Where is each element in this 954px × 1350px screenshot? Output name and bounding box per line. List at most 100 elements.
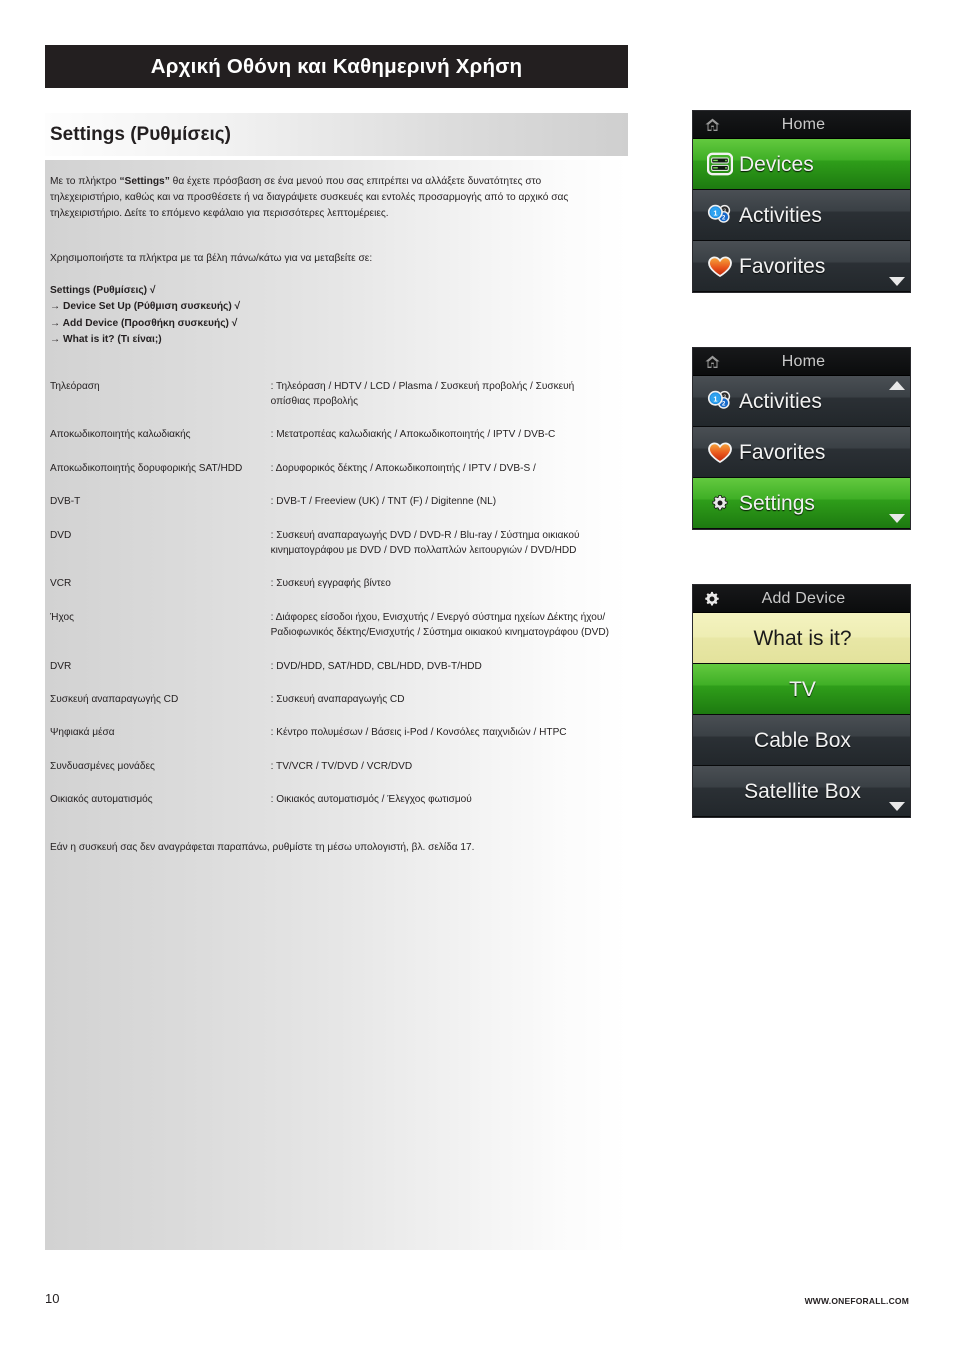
table-row: DVD : Συσκευή αναπαραγωγής DVD / DVD-R / … [50,528,610,577]
menu-item-label: Favorites [739,440,826,464]
device-type-term: Συνδυασμένες μονάδες [50,760,155,772]
table-footnote: Εάν η συσκευή σας δεν αναγράφεται παραπά… [50,841,475,853]
table-row: VCR : Συσκευή εγγραφής βίντεο [50,576,610,609]
device-type-definition: : Τηλεόραση / HDTV / LCD / Plasma / Συσκ… [270,380,575,408]
remote-screen-home-settings[interactable]: Home 1 2 3 Activities Favorites Settings [692,347,911,530]
device-type-definition: : Κέντρο πολυμέσων / Βάσεις i-Pod / Κονσ… [270,727,567,739]
devices-icon [701,152,739,176]
chapter-title: Αρχική Οθόνη και Καθημερινή Χρήση [150,54,523,78]
screen-header: Home [693,348,910,376]
table-row: Συνδυασμένες μονάδες : TV/VCR / TV/DVD / … [50,759,610,792]
screen-header-title: Home [781,115,826,133]
nav-step: → Device Set Up (Ρύθμιση συσκευής) √ [50,301,241,313]
screen-header: Home [693,111,910,139]
activities-icon: 123 [701,389,739,413]
gear-icon [701,494,739,512]
section-heading-band: Settings (Ρυθμίσεις) [45,113,628,156]
device-type-definition: : Οικιακός αυτοματισμός / Έλεγχος φωτισμ… [270,794,472,806]
svg-text:3: 3 [723,208,726,214]
home-icon [697,117,727,133]
screen-header-title: Add Device [761,589,846,607]
navigation-steps-list: Settings (Ρυθμίσεις) √ → Device Set Up (… [50,283,610,349]
content-column: Με το πλήκτρο “Settings” θα έχετε πρόσβα… [45,160,628,1250]
menu-item-label: Favorites [739,254,826,278]
svg-text:1: 1 [713,395,717,404]
table-row: Τηλεόραση : Τηλεόραση / HDTV / LCD / Plas… [50,379,610,428]
screen-menu-item-activities[interactable]: 1 2 3 Activities [693,190,910,241]
device-type-term: Ήχος [50,611,74,623]
favorites-heart-icon [701,441,739,464]
menu-item-label: Activities [739,203,822,227]
scroll-up-arrow-icon[interactable] [889,381,905,390]
device-type-term: DVD [50,529,72,541]
table-row: Ήχος : Διάφορες είσοδοι ήχου, Ενισχυτής /… [50,610,610,659]
scroll-down-arrow-icon[interactable] [889,802,905,811]
device-type-term: Οικιακός αυτοματισμός [50,794,153,806]
table-row: Αποκωδικοποιητής καλωδιακής : Μετατροπέας… [50,427,610,460]
device-type-term: Αποκωδικοποιητής δορυφορικής SAT/HDD [50,462,243,474]
nav-step: → What is it? (Τι είναι;) [50,334,162,346]
remote-screen-home-devices[interactable]: Home Devices 1 2 3 Activities Favorites [692,110,911,293]
screen-menu-item-activities[interactable]: 1 2 3 Activities [693,376,910,427]
device-type-definition: : Μετατροπέας καλωδιακής / Αποκωδικοποιη… [270,429,556,441]
screen-header: Add Device [693,585,910,613]
device-type-term: DVR [50,660,72,672]
device-type-term: Αποκωδικοποιητής καλωδιακής [50,429,191,441]
gear-icon [697,590,727,608]
scroll-down-arrow-icon[interactable] [889,514,905,523]
device-type-definition: : Συσκευή αναπαραγωγής CD [270,694,405,706]
screen-header-title: Home [781,352,826,370]
device-type-definition: : DVD/HDD, SAT/HDD, CBL/HDD, DVB-T/HDD [270,660,482,672]
device-type-definition: : Συσκευή εγγραφής βίντεο [270,578,391,590]
device-type-definition: : DVB-T / Freeview (UK) / TNT (F) / Digi… [270,496,497,508]
menu-item-label: Cable Box [754,728,851,752]
screen-menu-item-devices[interactable]: Devices [693,139,910,190]
table-row: DVB-T : DVB-T / Freeview (UK) / TNT (F) /… [50,494,610,527]
device-type-term: DVB-T [50,496,81,508]
nav-step: Settings (Ρυθμίσεις) √ [50,284,156,296]
table-row: DVR : DVD/HDD, SAT/HDD, CBL/HDD, DVB-T/HD… [50,659,610,692]
svg-text:3: 3 [723,394,726,400]
navigation-lead-text: Χρησιμοποιήστε τα πλήκτρα με τα βέλη πάν… [50,252,373,264]
screen-menu-item-cable-box[interactable]: Cable Box [693,715,910,766]
table-row: Αποκωδικοποιητής δορυφορικής SAT/HDD : Δο… [50,461,610,494]
device-type-table: Τηλεόραση : Τηλεόραση / HDTV / LCD / Plas… [50,379,610,826]
home-icon [697,354,727,370]
menu-item-label: TV [789,677,816,701]
screen-menu-item-favorites[interactable]: Favorites [693,427,910,478]
svg-text:1: 1 [713,209,717,218]
device-type-definition: : TV/VCR / TV/DVD / VCR/DVD [270,760,413,772]
chapter-title-bar: Αρχική Οθόνη και Καθημερινή Χρήση [45,45,628,88]
table-row: Συσκευή αναπαραγωγής CD : Συσκευή αναπαρα… [50,692,610,725]
scroll-down-arrow-icon[interactable] [889,277,905,286]
device-type-term: Ψηφιακά μέσα [50,727,115,739]
remote-screen-add-device[interactable]: Add Device What is it? TV Cable Box Satellit… [692,584,911,818]
activities-icon: 123 [701,203,739,227]
device-type-definition: : Διάφορες είσοδοι ήχου, Ενισχυτής / Ενε… [270,611,610,639]
intro-paragraph: Με το πλήκτρο “Settings” θα έχετε πρόσβα… [50,176,569,220]
device-type-term: Τηλεόραση [50,380,100,392]
screen-menu-item-favorites[interactable]: Favorites [693,241,910,292]
menu-item-label: Satellite Box [744,779,861,803]
menu-item-label: Devices [739,152,814,176]
intro-bold-term: “Settings” [119,176,170,187]
screen-menu-item-what-is-it[interactable]: What is it? [693,613,910,664]
menu-item-label: What is it? [753,626,852,650]
table-row: Οικιακός αυτοματισμός : Οικιακός αυτοματι… [50,792,610,825]
menu-item-label: Activities [739,389,822,413]
device-type-definition: : Συσκευή αναπαραγωγής DVD / DVD-R / Blu… [270,529,580,557]
page-title: Settings (Ρυθμίσεις) [50,123,231,145]
device-type-definition: : Δορυφορικός δέκτης / Αποκωδικοποιητής … [270,462,536,474]
favorites-heart-icon [701,255,739,278]
device-type-term: Συσκευή αναπαραγωγής CD [50,694,179,706]
footer-url: WWW.ONEFORALL.COM [804,1296,909,1306]
page-number: 10 [45,1291,60,1306]
screen-menu-item-satellite-box[interactable]: Satellite Box [693,766,910,817]
manual-page: Αρχική Οθόνη και Καθημερινή Χρήση Settin… [0,0,954,1350]
nav-step: → Add Device (Προσθήκη συσκευής) √ [50,317,238,329]
device-type-term: VCR [50,578,72,590]
table-row: Ψηφιακά μέσα : Κέντρο πολυμέσων / Βάσεις … [50,725,610,758]
screen-menu-item-tv[interactable]: TV [693,664,910,715]
menu-item-label: Settings [739,491,815,515]
screen-menu-item-settings[interactable]: Settings [693,478,910,529]
